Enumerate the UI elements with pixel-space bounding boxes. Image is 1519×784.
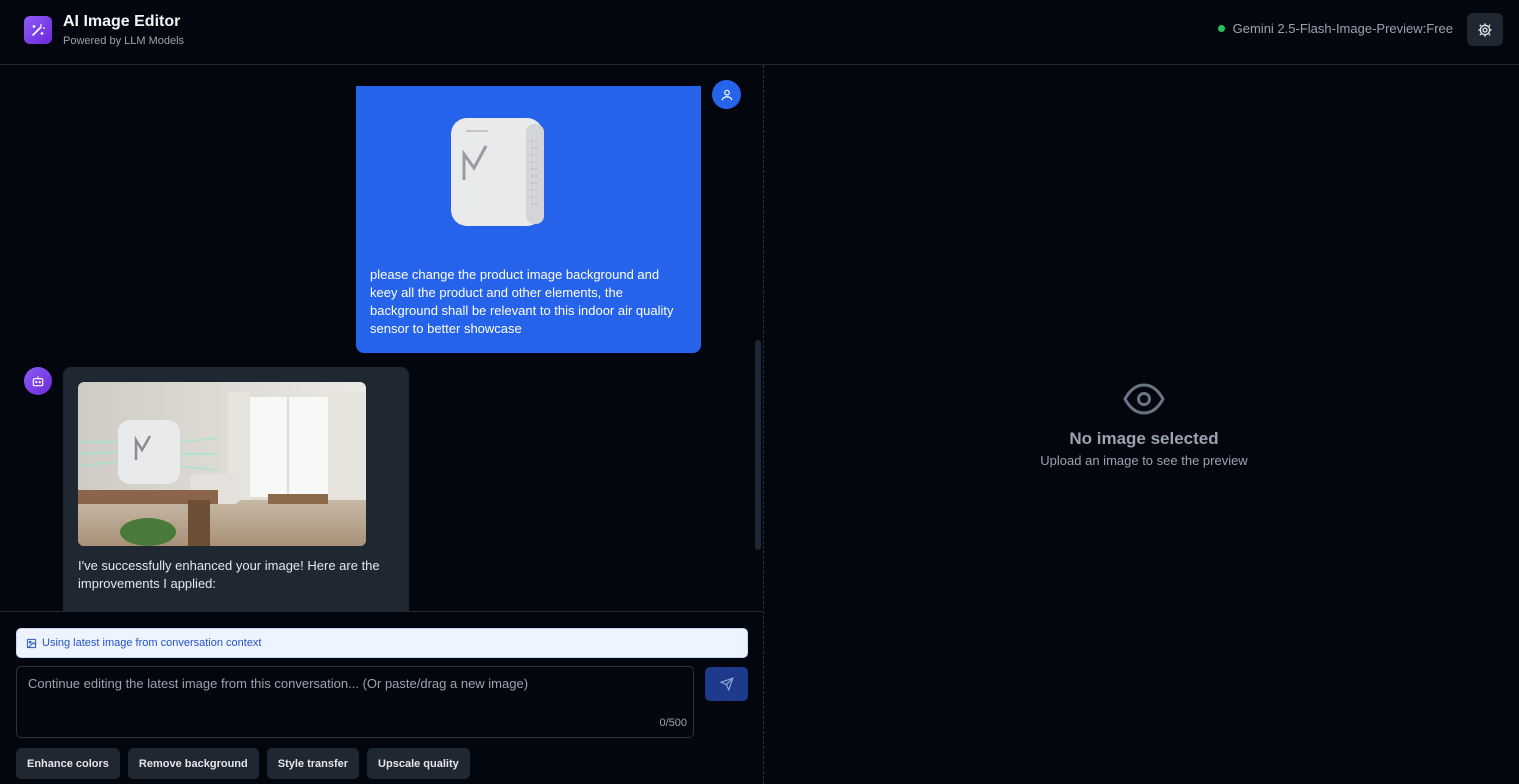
status-dot-icon [1217,25,1225,32]
gear-icon [1478,22,1492,37]
send-icon [719,677,734,691]
model-selector[interactable]: Gemini 2.5-Flash-Image-Preview:Free [1217,21,1453,36]
assistant-message-text: I've successfully enhanced your image! H… [78,558,380,591]
message-list[interactable]: please change the product image backgrou… [0,65,764,611]
user-message-text: please change the product image backgrou… [370,267,674,336]
suggestion-chips: Enhance colors Remove background Style t… [16,748,470,779]
edited-image-thumbnail[interactable] [78,382,366,546]
empty-preview-subtitle: Upload an image to see the preview [1040,453,1248,468]
enhance-colors-button[interactable]: Enhance colors [16,748,120,779]
upscale-quality-button[interactable]: Upscale quality [367,748,470,779]
settings-button[interactable] [1467,13,1503,46]
bot-icon [32,376,44,387]
composer: Using latest image from conversation con… [0,611,764,784]
assistant-message: I've successfully enhanced your image! H… [63,367,409,611]
character-counter: 0/500 [659,717,687,729]
chat-scrollbar[interactable] [755,340,761,550]
user-icon [721,89,732,100]
magic-wand-icon [24,16,52,44]
chat-panel: please change the product image backgrou… [0,65,764,784]
edited-photo-living-room [78,382,366,546]
app-subtitle: Powered by LLM Models [63,35,185,47]
style-transfer-button[interactable]: Style transfer [266,748,360,779]
remove-background-button[interactable]: Remove background [127,748,259,779]
prompt-input[interactable] [17,667,693,737]
context-banner: Using latest image from conversation con… [16,628,748,658]
user-message: please change the product image backgrou… [356,86,701,353]
eye-icon [1123,383,1165,415]
context-banner-text: Using latest image from conversation con… [42,637,262,649]
prompt-box: 0/500 [16,666,694,738]
app-title: AI Image Editor [63,13,181,30]
model-name: Gemini 2.5-Flash-Image-Preview:Free [1232,21,1453,36]
user-avatar [712,80,741,109]
send-button[interactable] [705,667,748,701]
product-photo-air-sensor [451,118,544,226]
empty-preview-title: No image selected [1069,429,1219,448]
image-icon [26,638,37,648]
assistant-avatar [24,367,52,395]
app-header: AI Image Editor Powered by LLM Models Ge… [0,0,1519,65]
empty-preview: No image selected Upload an image to see… [765,383,1519,468]
preview-panel: No image selected Upload an image to see… [765,65,1519,784]
